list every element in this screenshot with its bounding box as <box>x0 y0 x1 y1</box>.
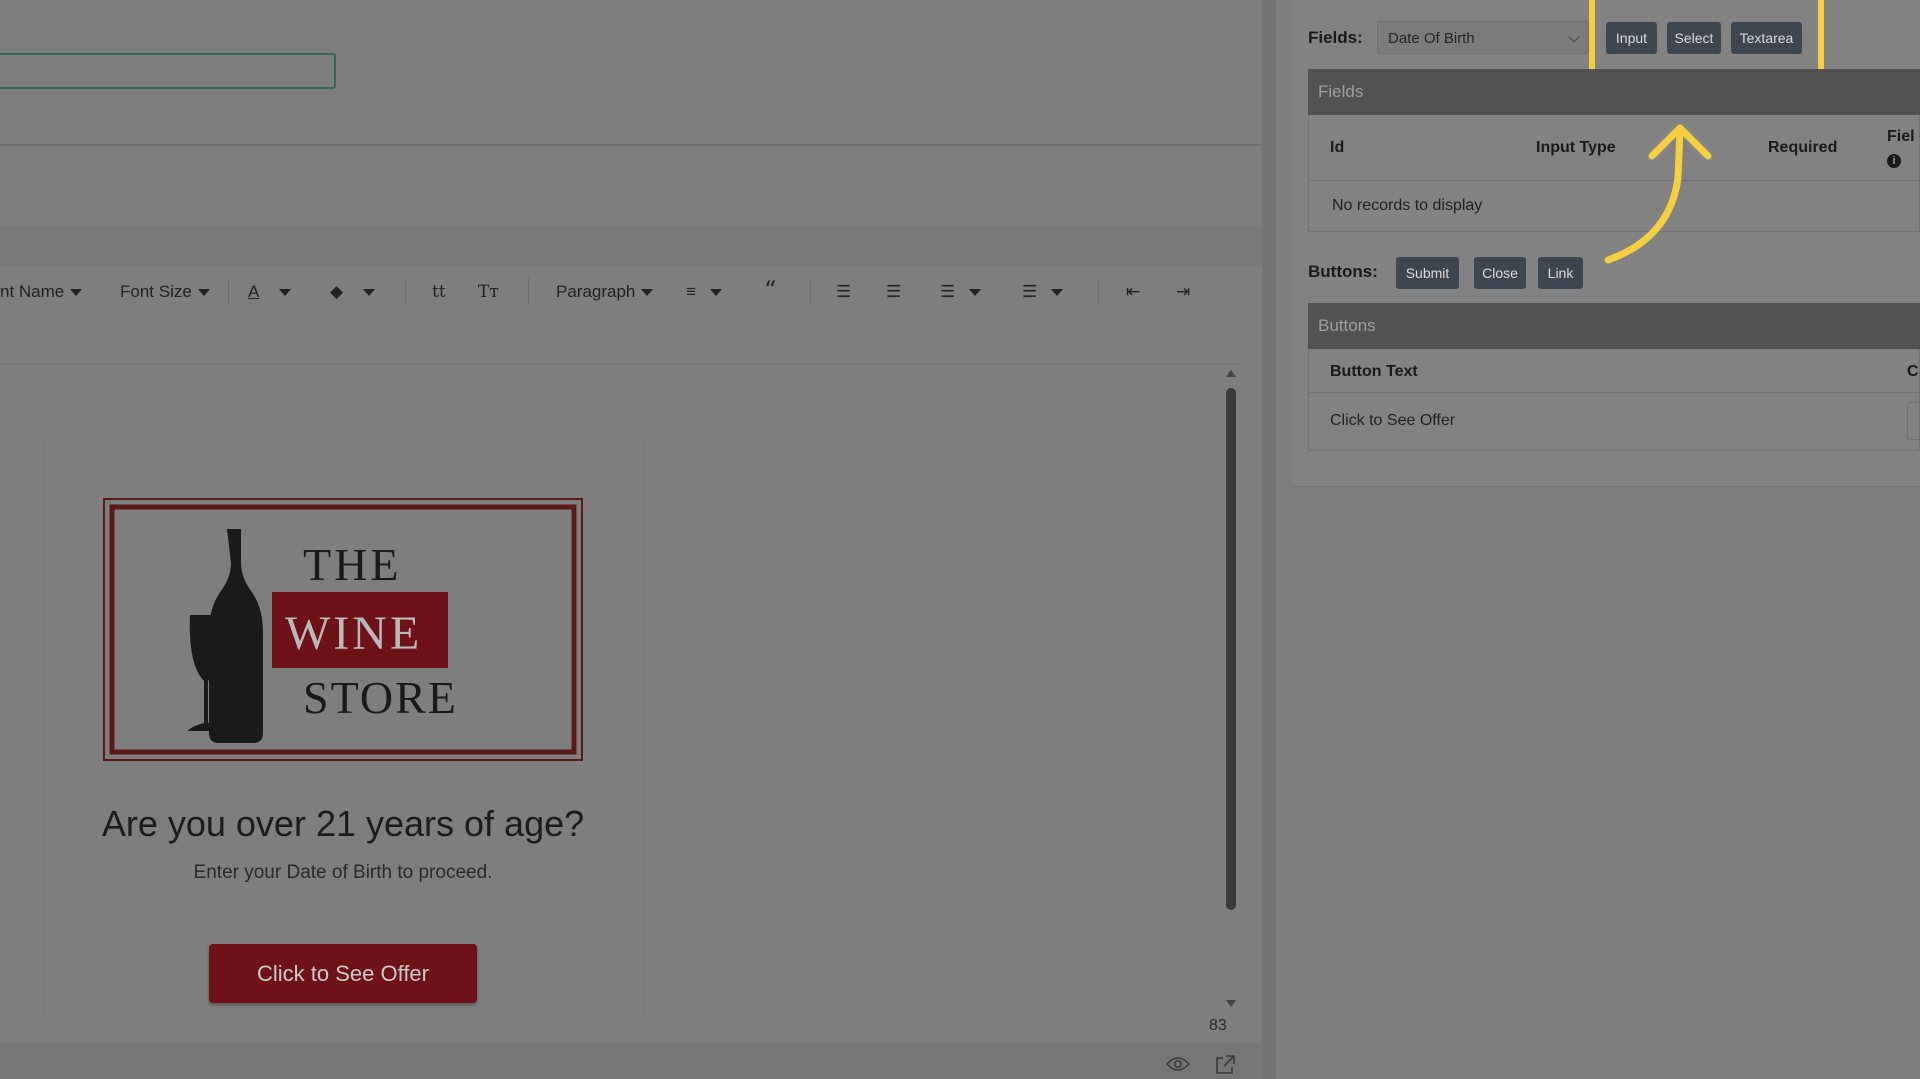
editor-toolbar <box>0 266 1240 365</box>
buttons-grid-title: Buttons <box>1308 303 1920 349</box>
add-link-button[interactable]: Link <box>1538 257 1583 289</box>
preview-eye-icon[interactable] <box>1166 1056 1190 1072</box>
font-name-dropdown[interactable]: nt Name <box>0 282 83 302</box>
column-header-button-text[interactable]: Button Text <box>1330 363 1418 381</box>
fields-select[interactable]: Date Of Birth <box>1377 21 1589 54</box>
toolbar-separator <box>405 278 406 304</box>
fields-label: Fields: <box>1308 28 1363 47</box>
tutorial-arrow-icon <box>1604 124 1712 264</box>
unordered-list-style-icon[interactable]: ☰ <box>1022 282 1064 302</box>
outdent-icon[interactable]: ⇤ <box>1126 282 1140 302</box>
font-size-dropdown[interactable]: Font Size <box>120 282 210 302</box>
buttons-label: Buttons: <box>1308 262 1378 281</box>
column-header-c[interactable]: C <box>1907 363 1919 381</box>
column-header-required[interactable]: Required <box>1768 139 1837 157</box>
indent-icon[interactable]: ⇥ <box>1176 282 1190 302</box>
popup-subtext: Enter your Date of Birth to proceed. <box>193 862 493 883</box>
see-offer-button[interactable]: Click to See Offer <box>209 944 477 1003</box>
toolbar-separator <box>228 278 229 304</box>
background-color-icon[interactable]: ◆ <box>330 282 376 302</box>
toolbar-separator <box>1098 278 1099 304</box>
toolbar-separator <box>528 278 529 304</box>
logo-word-wine: WINE <box>285 607 422 660</box>
external-link-icon[interactable] <box>1214 1054 1236 1076</box>
toolbar-separator <box>810 278 811 304</box>
editor-status-bar <box>0 1043 1262 1079</box>
scroll-down-icon[interactable] <box>1226 1000 1236 1007</box>
add-close-button[interactable]: Close <box>1474 257 1526 289</box>
fields-grid-title: Fields <box>1308 69 1920 115</box>
font-color-icon[interactable]: A <box>248 282 292 302</box>
blockquote-icon[interactable]: “ <box>764 276 776 304</box>
grid-row-divider <box>1309 392 1920 393</box>
panel-gutter <box>1262 0 1276 1079</box>
fields-select-value: Date Of Birth <box>1388 30 1475 47</box>
unordered-list-icon[interactable]: ☰ <box>886 282 901 302</box>
word-count: 83 <box>1209 1017 1227 1034</box>
wine-store-logo: THE WINE STORE <box>103 498 583 761</box>
info-icon[interactable]: i <box>1887 151 1901 169</box>
column-header-field[interactable]: Fiel <box>1887 128 1915 146</box>
editor-header-bar <box>0 226 1262 266</box>
lowercase-icon[interactable]: tt <box>432 282 446 302</box>
scroll-up-icon[interactable] <box>1226 370 1236 377</box>
add-submit-button[interactable]: Submit <box>1396 257 1459 289</box>
scrollbar-thumb[interactable] <box>1226 388 1236 910</box>
popup-headline: Are you over 21 years of age? <box>101 803 585 844</box>
ordered-list-style-icon[interactable]: ☰ <box>940 282 982 302</box>
row-action-control[interactable] <box>1907 402 1920 440</box>
logo-word-store: STORE <box>303 672 458 723</box>
chevron-down-icon <box>1568 31 1580 43</box>
ordered-list-icon[interactable]: ☰ <box>836 282 851 302</box>
column-header-id[interactable]: Id <box>1330 139 1344 157</box>
popup-name-input[interactable] <box>0 53 336 89</box>
table-row[interactable]: Click to See Offer <box>1330 412 1455 430</box>
section-divider <box>0 144 1262 146</box>
paragraph-format-dropdown[interactable]: Paragraph <box>556 282 654 302</box>
fields-empty-message: No records to display <box>1332 197 1483 214</box>
logo-word-the: THE <box>303 539 401 590</box>
align-icon[interactable]: ≡ <box>686 282 722 302</box>
titlecase-icon[interactable]: Tт <box>478 282 499 302</box>
